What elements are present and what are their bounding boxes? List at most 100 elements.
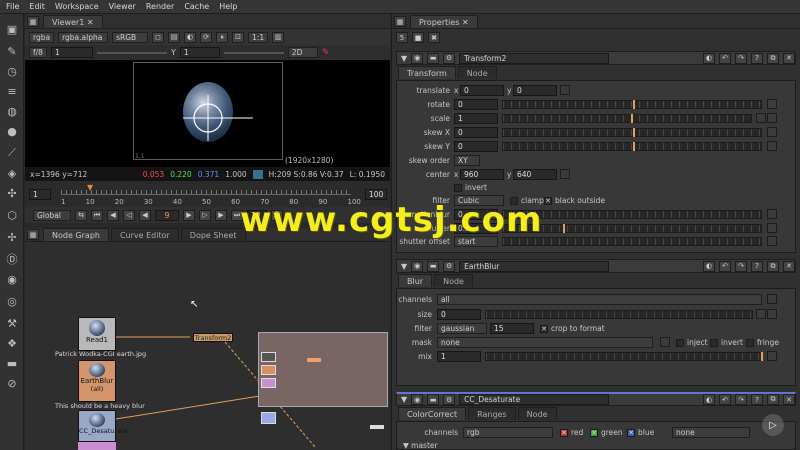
colorspace-select[interactable]: sRGB [112, 31, 149, 43]
toolsets-icon[interactable]: ⚒ [5, 316, 19, 330]
mix-field[interactable]: 1 [437, 351, 481, 362]
play-icon[interactable]: ▶ [183, 209, 195, 221]
help-icon[interactable]: ? [751, 52, 763, 64]
prev-key-icon[interactable]: ◀ [107, 209, 119, 221]
center-y-field[interactable]: 640 [513, 169, 557, 180]
3d-icon[interactable]: ⬡ [5, 208, 19, 222]
gamma-field[interactable]: 1 [179, 47, 220, 58]
node-cc-desaturate[interactable]: CC_Desaturate [78, 410, 128, 442]
undo-icon[interactable]: ↷ [735, 394, 747, 405]
color-icon[interactable]: ◐ [703, 52, 715, 64]
close-icon[interactable]: ✕ [783, 394, 795, 405]
roi-icon[interactable]: ◻ [152, 31, 165, 43]
node-transform2[interactable]: Transform2 [193, 333, 233, 342]
menu-help[interactable]: Help [219, 2, 237, 11]
node-dot[interactable] [370, 425, 384, 429]
tab-colorcorrect[interactable]: ColorCorrect [398, 407, 467, 420]
tab-dope-sheet[interactable]: Dope Sheet [180, 228, 246, 241]
curve-icon[interactable] [767, 141, 777, 151]
tab-blur[interactable]: Blur [398, 274, 433, 287]
collapse-icon[interactable]: ▼ [401, 54, 407, 63]
skew-y-slider[interactable] [502, 142, 762, 151]
clock-icon[interactable]: ◷ [5, 64, 19, 78]
view-icon[interactable]: ◉ [411, 52, 424, 64]
play-back-icon[interactable]: ◀ [139, 209, 151, 221]
center-x-field[interactable]: 960 [460, 169, 504, 180]
cc-desaturate-name-field[interactable]: CC_Desaturate [459, 394, 610, 405]
mix-slider[interactable] [485, 352, 763, 361]
image-icon[interactable]: ▣ [5, 22, 19, 36]
clear-panels-icon[interactable]: ✖ [428, 32, 440, 43]
transform2-name-field[interactable]: Transform2 [459, 52, 610, 64]
blur-filter-select[interactable]: gaussian [437, 323, 487, 334]
refresh-icon[interactable]: ⟳ [200, 31, 213, 43]
cc-channels-select[interactable]: rgb [463, 427, 553, 438]
particles-icon[interactable]: ✢ [5, 230, 19, 244]
deep-icon[interactable]: Ⓓ [5, 252, 19, 266]
translate-y-field[interactable]: 0 [513, 85, 557, 96]
scope-select[interactable]: Global [33, 209, 71, 221]
float-icon[interactable]: ⧉ [767, 394, 779, 405]
end-frame-field[interactable]: 100 [365, 189, 387, 200]
pane-menu-icon[interactable]: ▦ [27, 229, 39, 240]
revert-icon[interactable]: ↶ [719, 394, 731, 405]
pause-icon[interactable]: ⏸ [216, 31, 229, 43]
disable-icon[interactable]: ▬ [427, 260, 440, 272]
filter-icon[interactable]: ● [5, 124, 19, 138]
rotate-slider[interactable] [502, 100, 762, 109]
curve-icon[interactable] [560, 85, 570, 95]
invert-checkbox[interactable]: invert [454, 183, 487, 192]
keyer-icon[interactable]: ⟋ [5, 146, 19, 160]
tab-node-graph[interactable]: Node Graph [43, 228, 109, 241]
size-slider[interactable] [485, 310, 753, 319]
earthblur-name-field[interactable]: EarthBlur [459, 260, 610, 272]
scale-field[interactable]: 1 [454, 113, 498, 124]
max-panels-icon[interactable]: 5 [396, 32, 408, 43]
proxy-icon[interactable]: ▤ [168, 31, 181, 43]
tab-properties[interactable]: Properties ✕ [410, 15, 478, 28]
disable-icon[interactable]: ▬ [427, 52, 440, 64]
channels-select[interactable]: rgba [29, 31, 55, 43]
tab-node[interactable]: Node [517, 407, 557, 420]
cache-icon[interactable]: ⊡ [232, 31, 245, 43]
blue-checkbox[interactable]: blue [627, 428, 654, 437]
split-icon[interactable] [756, 309, 766, 319]
node-read1[interactable]: Read1 [78, 317, 116, 351]
current-frame-field[interactable]: 9 [155, 209, 179, 221]
paint-icon[interactable]: ✎ [5, 44, 19, 58]
fringe-checkbox[interactable]: fringe [746, 338, 779, 347]
inject-checkbox[interactable]: inject [676, 338, 708, 347]
first-frame-icon[interactable]: ⏮ [91, 209, 103, 221]
menu-render[interactable]: Render [146, 2, 174, 11]
next-key-icon[interactable]: ▶ [215, 209, 227, 221]
gain-slider[interactable] [96, 51, 167, 54]
crop-to-format-checkbox[interactable]: crop to format [540, 324, 605, 333]
skew-order-select[interactable]: XY [454, 155, 480, 166]
view-icon[interactable]: ◉ [411, 260, 424, 272]
channel-icon[interactable]: ≡ [5, 84, 19, 98]
curve-icon[interactable] [767, 113, 777, 123]
cc-extra-channel-select[interactable]: none [672, 427, 750, 438]
help-icon[interactable]: ? [751, 260, 763, 272]
help-icon[interactable]: ? [751, 394, 763, 405]
close-icon[interactable]: ✕ [783, 52, 795, 64]
mask-invert-checkbox[interactable]: invert [710, 338, 743, 347]
transform-handle-icon[interactable] [183, 93, 255, 143]
undo-icon[interactable]: ↷ [735, 260, 747, 272]
loop-icon[interactable]: ⇆ [75, 209, 87, 221]
node-next[interactable] [78, 442, 116, 450]
menu-icon[interactable]: ⚙ [443, 394, 456, 405]
menu-viewer[interactable]: Viewer [109, 2, 136, 11]
wipe-icon[interactable]: ▥ [272, 31, 285, 43]
curve-icon[interactable] [767, 127, 777, 137]
float-icon[interactable]: ⧉ [767, 52, 779, 64]
next-frame-icon[interactable]: ▷ [199, 209, 211, 221]
tab-ranges[interactable]: Ranges [468, 407, 516, 420]
close-icon[interactable]: ✕ [87, 18, 94, 27]
curve-icon[interactable] [767, 236, 777, 246]
filter-quality-field[interactable]: 15 [490, 323, 534, 334]
playhead-icon[interactable]: ▼ [87, 183, 93, 192]
metadata-icon[interactable]: ◎ [5, 294, 19, 308]
view-mode-select[interactable]: 2D [287, 47, 318, 58]
prev-frame-icon[interactable]: ◁ [123, 209, 135, 221]
